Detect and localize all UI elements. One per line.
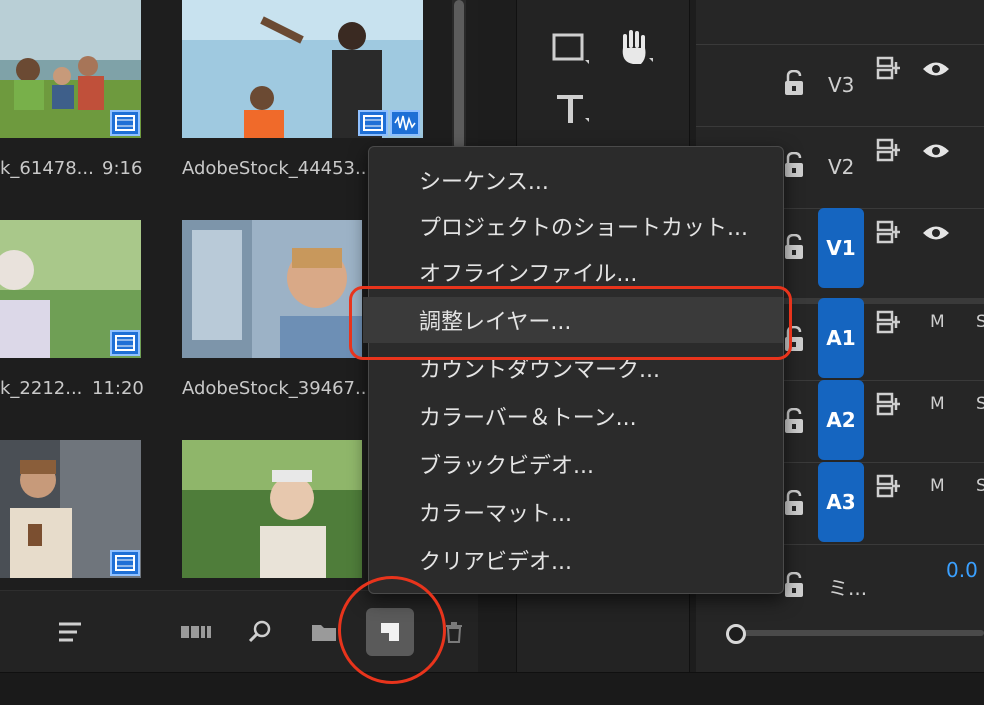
menu-item-black-video[interactable]: ブラックビデオ...	[369, 441, 783, 487]
menu-item-project-shortcut[interactable]: プロジェクトのショートカット...	[369, 203, 783, 249]
clip-duration-1: 9:16	[102, 158, 143, 179]
menu-item-transparent-video[interactable]: クリアビデオ...	[369, 537, 783, 583]
menu-item-bars-and-tone[interactable]: カラーバー＆トーン...	[369, 393, 783, 439]
clip-name-4[interactable]: AdobeStock_39467...	[182, 378, 372, 399]
solo-button-a2[interactable]: S	[976, 394, 984, 414]
mix-volume-value[interactable]: 0.0	[946, 558, 978, 582]
eye-icon[interactable]	[922, 142, 950, 160]
annotation-highlight-box	[349, 286, 792, 360]
type-tool-icon[interactable]	[555, 92, 595, 128]
search-icon[interactable]	[236, 608, 284, 656]
rectangle-tool-icon[interactable]	[551, 32, 591, 66]
track-target-a2[interactable]: A2	[818, 380, 864, 460]
sync-lock-icon[interactable]	[876, 56, 902, 80]
sync-lock-icon[interactable]	[876, 220, 902, 244]
freeform-view-icon[interactable]	[172, 608, 220, 656]
film-icon	[110, 110, 140, 136]
list-view-icon[interactable]	[46, 608, 94, 656]
timeline-zoom-slider[interactable]	[726, 624, 984, 644]
eye-icon[interactable]	[922, 60, 950, 78]
annotation-highlight-circle	[338, 576, 446, 684]
clip-name-1[interactable]: k_61478...	[0, 158, 94, 179]
track-target-a1[interactable]: A1	[818, 298, 864, 378]
new-item-menu: シーケンス... プロジェクトのショートカット... オフラインファイル... …	[363, 146, 784, 594]
solo-button-a3[interactable]: S	[976, 476, 984, 496]
track-target-a3[interactable]: A3	[818, 462, 864, 542]
solo-button-a1[interactable]: S	[976, 312, 984, 332]
slider-track	[734, 630, 984, 636]
video-badge	[110, 110, 140, 136]
eye-icon[interactable]	[922, 224, 950, 242]
track-label-v3[interactable]: V3	[828, 73, 854, 97]
slider-handle[interactable]	[726, 624, 746, 644]
track-target-v1[interactable]: V1	[818, 208, 864, 288]
video-audio-badge	[358, 110, 420, 136]
lock-icon[interactable]	[784, 490, 804, 516]
film-icon	[358, 110, 388, 136]
mute-button-a3[interactable]: M	[930, 476, 945, 496]
lock-icon[interactable]	[784, 572, 804, 598]
clip-duration-3: 11:20	[92, 378, 144, 399]
video-badge	[110, 330, 140, 356]
clip-thumbnail-4[interactable]	[182, 220, 362, 358]
lock-icon[interactable]	[784, 408, 804, 434]
sync-lock-icon[interactable]	[876, 392, 902, 416]
mix-label: ミ...	[828, 576, 868, 600]
menu-item-sequence[interactable]: シーケンス...	[369, 157, 783, 203]
hand-tool-icon[interactable]	[615, 28, 655, 68]
sync-lock-icon[interactable]	[876, 138, 902, 162]
track-label-v2[interactable]: V2	[828, 155, 854, 179]
sync-lock-icon[interactable]	[876, 310, 902, 334]
lock-icon[interactable]	[784, 70, 804, 96]
film-icon	[110, 330, 140, 356]
clip-name-3[interactable]: k_2212...	[0, 378, 82, 399]
lock-icon[interactable]	[784, 234, 804, 260]
film-icon	[110, 550, 140, 576]
clip-thumbnail-6[interactable]	[182, 440, 362, 578]
video-badge	[110, 550, 140, 576]
sync-lock-icon[interactable]	[876, 474, 902, 498]
bottom-status-bar	[0, 672, 984, 705]
clip-name-2[interactable]: AdobeStock_44453...	[182, 158, 372, 179]
mute-button-a2[interactable]: M	[930, 394, 945, 414]
mute-button-a1[interactable]: M	[930, 312, 945, 332]
lock-icon[interactable]	[784, 152, 804, 178]
menu-item-color-matte[interactable]: カラーマット...	[369, 489, 783, 535]
waveform-icon	[390, 110, 420, 136]
